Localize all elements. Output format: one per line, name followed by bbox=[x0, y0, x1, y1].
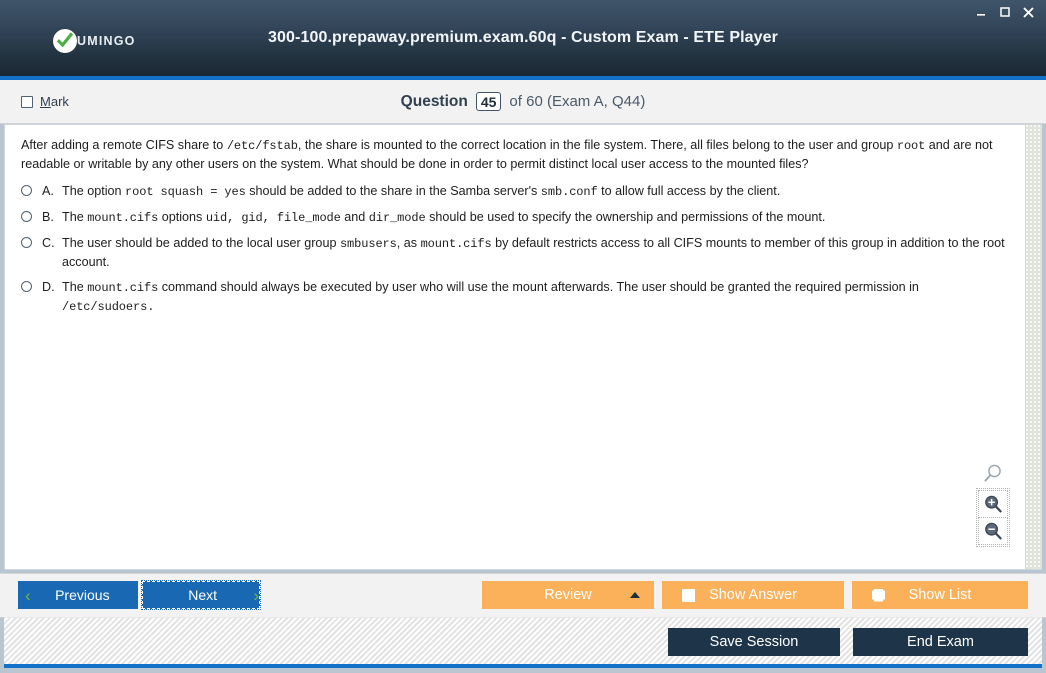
caret-up-icon bbox=[630, 592, 640, 598]
answer-option[interactable]: C. The user should be added to the local … bbox=[21, 234, 1013, 271]
question-counter: Question 45 of 60 (Exam A, Q44) bbox=[0, 92, 1046, 111]
maximize-icon[interactable] bbox=[997, 4, 1012, 20]
answer-option-text: The mount.cifs options uid, gid, file_mo… bbox=[62, 208, 1013, 227]
check-circle-icon bbox=[53, 29, 77, 53]
text-run: The bbox=[62, 210, 88, 224]
save-session-button[interactable]: Save Session bbox=[668, 628, 840, 656]
next-button-label: Next bbox=[188, 587, 218, 603]
text-run: After adding a remote CIFS share to bbox=[21, 138, 227, 152]
answer-option-text: The mount.cifs command should always be … bbox=[62, 278, 1013, 316]
text-run: options bbox=[158, 210, 206, 224]
review-button-label: Review bbox=[544, 587, 592, 603]
text-run: command should always be executed by use… bbox=[158, 280, 919, 294]
chevron-right-icon: › bbox=[253, 585, 259, 605]
answer-option-radio[interactable] bbox=[21, 281, 32, 292]
code-run: mount.cifs bbox=[87, 281, 159, 295]
code-run: smbusers bbox=[339, 237, 397, 251]
text-run: The user should be added to the local us… bbox=[62, 236, 340, 250]
show-list-indicator-icon bbox=[872, 588, 885, 602]
text-run: to allow full access by the client. bbox=[597, 184, 781, 198]
title-bar: UMINGO 300-100.prepaway.premium.exam.60q… bbox=[0, 0, 1046, 76]
show-list-button-label: Show List bbox=[908, 587, 972, 603]
zoom-controls bbox=[976, 460, 1010, 547]
answer-option-letter: A. bbox=[42, 184, 54, 198]
question-header-bar: Mark Question 45 of 60 (Exam A, Q44) bbox=[0, 80, 1046, 124]
show-answer-button[interactable]: Show Answer bbox=[662, 581, 844, 609]
window-controls bbox=[973, 4, 1036, 20]
minimize-icon[interactable] bbox=[973, 4, 988, 20]
code-run: uid, gid, file_mode bbox=[205, 211, 341, 225]
zoom-in-icon[interactable] bbox=[978, 490, 1008, 518]
text-run: , as bbox=[396, 236, 421, 250]
answer-option-radio[interactable] bbox=[21, 185, 32, 196]
navigation-toolbar: ‹ Previous Next › Review Show Answer Sho… bbox=[0, 573, 1046, 618]
answer-option[interactable]: B. The mount.cifs options uid, gid, file_… bbox=[21, 208, 1013, 227]
window-title: 300-100.prepaway.premium.exam.60q - Cust… bbox=[268, 29, 778, 46]
question-number-field[interactable]: 45 bbox=[475, 92, 502, 111]
review-button-inner: Review bbox=[482, 587, 654, 603]
code-run: dir_mode bbox=[368, 211, 426, 225]
answer-option[interactable]: D. The mount.cifs command should always b… bbox=[21, 278, 1013, 316]
answer-option-radio[interactable] bbox=[21, 211, 32, 222]
close-icon[interactable] bbox=[1021, 4, 1036, 20]
magnifier-icon[interactable] bbox=[978, 460, 1008, 488]
show-answer-indicator-icon bbox=[682, 588, 695, 602]
code-run: root squash = yes bbox=[125, 185, 246, 199]
text-run: The bbox=[62, 280, 88, 294]
question-stem: After adding a remote CIFS share to /etc… bbox=[21, 136, 1006, 173]
vertical-scrollbar[interactable] bbox=[1025, 125, 1042, 569]
question-content-panel: After adding a remote CIFS share to /etc… bbox=[4, 124, 1042, 570]
previous-button-label: Previous bbox=[55, 587, 110, 603]
text-run: should be used to specify the ownership … bbox=[425, 210, 826, 224]
ete-player-window: UMINGO 300-100.prepaway.premium.exam.60q… bbox=[0, 0, 1046, 673]
question-total-label: of 60 (Exam A, Q44) bbox=[509, 93, 646, 110]
text-run: should be added to the share in the Samb… bbox=[245, 184, 541, 198]
previous-button[interactable]: ‹ Previous bbox=[18, 581, 138, 609]
answer-option-letter: D. bbox=[42, 280, 55, 294]
question-word: Question bbox=[400, 92, 468, 110]
answer-options-list: A. The option root squash = yes should be… bbox=[21, 182, 1013, 323]
show-answer-button-label: Show Answer bbox=[709, 587, 797, 603]
answer-option-letter: C. bbox=[42, 236, 55, 250]
code-run: /etc/fstab bbox=[226, 139, 298, 153]
end-exam-button[interactable]: End Exam bbox=[853, 628, 1028, 656]
answer-option[interactable]: A. The option root squash = yes should be… bbox=[21, 182, 1013, 201]
zoom-button-stack bbox=[976, 488, 1010, 547]
answer-option-letter: B. bbox=[42, 210, 54, 224]
answer-option-radio[interactable] bbox=[21, 237, 32, 248]
code-run: root bbox=[896, 139, 926, 153]
code-run: mount.cifs bbox=[420, 237, 492, 251]
answer-option-text: The option root squash = yes should be a… bbox=[62, 182, 1013, 201]
bottom-accent-line bbox=[4, 664, 1042, 668]
text-run: The option bbox=[62, 184, 126, 198]
zoom-out-icon[interactable] bbox=[978, 518, 1008, 545]
next-button[interactable]: Next › bbox=[141, 580, 261, 610]
review-button[interactable]: Review bbox=[482, 581, 654, 609]
answer-option-text: The user should be added to the local us… bbox=[62, 234, 1013, 271]
code-run: /etc/sudoers. bbox=[62, 300, 155, 314]
code-run: mount.cifs bbox=[87, 211, 159, 225]
code-run: smb.conf bbox=[540, 185, 598, 199]
text-run: and bbox=[340, 210, 369, 224]
text-run: , the share is mounted to the correct lo… bbox=[297, 138, 897, 152]
show-list-button[interactable]: Show List bbox=[852, 581, 1028, 609]
